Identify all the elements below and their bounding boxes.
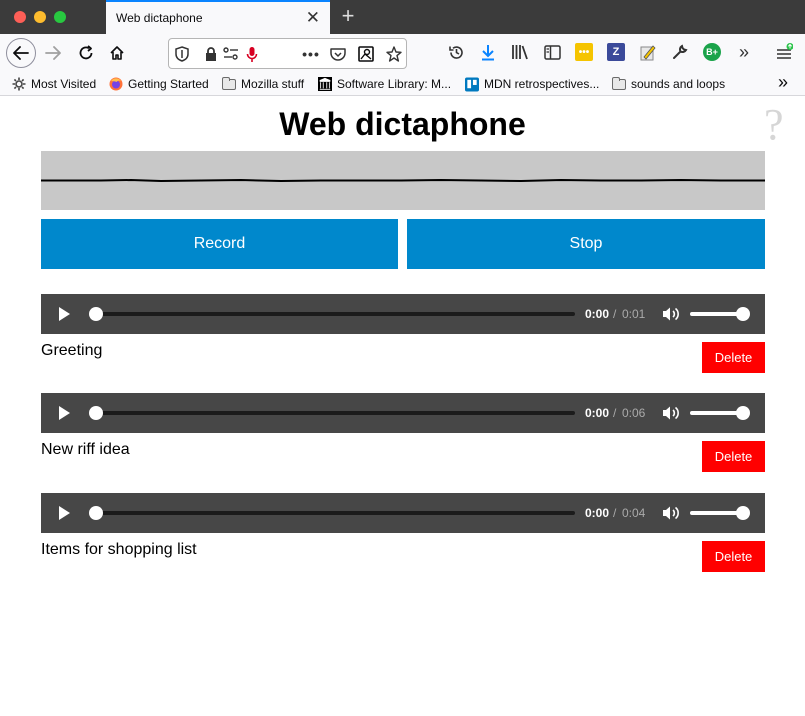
bookmark-mdn-retrospectives[interactable]: MDN retrospectives... bbox=[465, 76, 599, 92]
bookmark-getting-started[interactable]: Getting Started bbox=[109, 76, 209, 92]
forward-button[interactable] bbox=[40, 40, 66, 66]
page-title: Web dictaphone bbox=[279, 106, 526, 142]
clip-name: Items for shopping list bbox=[41, 541, 197, 558]
window-minimize-button[interactable] bbox=[34, 11, 46, 23]
bookmark-label: MDN retrospectives... bbox=[484, 77, 600, 91]
arrow-left-icon bbox=[13, 46, 29, 60]
delete-button[interactable]: Delete bbox=[702, 541, 765, 572]
bookmark-label: Most Visited bbox=[31, 77, 97, 91]
audio-player: 0:00 / 0:04 bbox=[41, 493, 765, 533]
tab-title: Web dictaphone bbox=[116, 11, 203, 25]
library-icon[interactable] bbox=[511, 43, 529, 61]
shield-icon[interactable] bbox=[173, 45, 191, 63]
back-button[interactable] bbox=[6, 38, 36, 68]
firefox-icon bbox=[109, 77, 123, 91]
waveform-line bbox=[41, 178, 765, 183]
audio-player: 0:00 / 0:06 bbox=[41, 393, 765, 433]
bookmark-star-icon[interactable] bbox=[385, 45, 403, 63]
time-separator: / bbox=[613, 506, 617, 520]
bookmark-mozilla-stuff[interactable]: Mozilla stuff bbox=[222, 76, 304, 92]
reload-icon bbox=[79, 45, 93, 60]
window-maximize-button[interactable] bbox=[54, 11, 66, 23]
folder-icon bbox=[222, 76, 236, 91]
zotero-extension-icon[interactable]: Z bbox=[607, 43, 625, 61]
notes-extension-icon[interactable]: ••• bbox=[575, 43, 593, 61]
seek-thumb[interactable] bbox=[89, 406, 103, 420]
volume-icon[interactable] bbox=[662, 505, 680, 521]
screenshot-icon[interactable] bbox=[357, 45, 375, 63]
duration: 0:04 bbox=[622, 506, 646, 520]
play-icon[interactable] bbox=[56, 505, 72, 521]
pencil-extension-icon[interactable] bbox=[639, 43, 657, 61]
volume-thumb[interactable] bbox=[736, 406, 750, 420]
url-bar[interactable]: ••• bbox=[168, 38, 407, 69]
archive-icon bbox=[318, 77, 332, 91]
clip-name: New riff idea bbox=[41, 441, 130, 458]
bookmark-sounds-and-loops[interactable]: sounds and loops bbox=[612, 76, 725, 92]
bookmarks-bar: Most Visited Getting Started Mozilla stu… bbox=[0, 72, 805, 96]
current-time: 0:00 bbox=[585, 506, 610, 520]
title-bar: Web dictaphone ✕ + bbox=[0, 0, 805, 34]
folder-icon bbox=[612, 76, 626, 91]
arrow-right-icon bbox=[45, 46, 61, 60]
permissions-icon[interactable] bbox=[222, 45, 240, 63]
seek-thumb[interactable] bbox=[89, 307, 103, 321]
browser-tab[interactable]: Web dictaphone ✕ bbox=[106, 0, 330, 34]
delete-button[interactable]: Delete bbox=[702, 342, 765, 373]
bookmark-label: sounds and loops bbox=[631, 77, 726, 91]
navigation-bar: ••• ••• Z B+ » bbox=[0, 34, 805, 72]
current-time: 0:00 bbox=[585, 406, 610, 420]
time-separator: / bbox=[613, 406, 617, 420]
audio-visualizer bbox=[41, 151, 765, 210]
new-tab-button[interactable]: + bbox=[338, 4, 358, 28]
seek-thumb[interactable] bbox=[89, 506, 103, 520]
record-button[interactable]: Record bbox=[41, 219, 398, 269]
wrench-icon[interactable] bbox=[671, 43, 689, 61]
sidebar-icon[interactable] bbox=[543, 43, 561, 61]
seek-bar[interactable] bbox=[95, 312, 575, 316]
window-close-button[interactable] bbox=[14, 11, 26, 23]
bookmark-label: Software Library: M... bbox=[337, 77, 452, 91]
volume-icon[interactable] bbox=[662, 405, 680, 421]
time-separator: / bbox=[613, 307, 617, 321]
home-icon bbox=[110, 46, 124, 60]
seek-bar[interactable] bbox=[95, 411, 575, 415]
page-actions-icon[interactable]: ••• bbox=[300, 45, 322, 63]
volume-thumb[interactable] bbox=[736, 307, 750, 321]
history-icon[interactable] bbox=[447, 43, 465, 61]
bookmark-software-library[interactable]: Software Library: M... bbox=[318, 76, 451, 92]
help-icon[interactable]: ? bbox=[764, 103, 792, 147]
duration: 0:01 bbox=[622, 307, 646, 321]
bookmark-label: Getting Started bbox=[128, 77, 209, 91]
stop-button[interactable]: Stop bbox=[407, 219, 765, 269]
duration: 0:06 bbox=[622, 406, 646, 420]
b-plus-extension-icon[interactable]: B+ bbox=[703, 43, 721, 61]
gear-icon bbox=[12, 77, 26, 91]
bookmark-label: Mozilla stuff bbox=[241, 77, 305, 91]
download-icon[interactable] bbox=[479, 43, 497, 61]
delete-button[interactable]: Delete bbox=[702, 441, 765, 472]
audio-player: 0:00 / 0:01 bbox=[41, 294, 765, 334]
overflow-menu-icon[interactable]: » bbox=[735, 42, 753, 62]
tab-close-icon[interactable]: ✕ bbox=[306, 8, 320, 28]
microphone-icon[interactable] bbox=[243, 45, 261, 63]
trello-icon bbox=[465, 77, 479, 91]
volume-icon[interactable] bbox=[662, 306, 680, 322]
bookmark-most-visited[interactable]: Most Visited bbox=[12, 76, 96, 92]
play-icon[interactable] bbox=[56, 306, 72, 322]
app-menu-icon[interactable] bbox=[775, 43, 793, 61]
home-button[interactable] bbox=[104, 40, 130, 66]
current-time: 0:00 bbox=[585, 307, 610, 321]
volume-thumb[interactable] bbox=[736, 506, 750, 520]
play-icon[interactable] bbox=[56, 405, 72, 421]
lock-icon[interactable] bbox=[202, 45, 220, 63]
clip-name: Greeting bbox=[41, 342, 103, 359]
pocket-icon[interactable] bbox=[329, 45, 347, 63]
reload-button[interactable] bbox=[73, 40, 99, 66]
seek-bar[interactable] bbox=[95, 511, 575, 515]
bookmarks-overflow-button[interactable]: » bbox=[778, 72, 788, 92]
